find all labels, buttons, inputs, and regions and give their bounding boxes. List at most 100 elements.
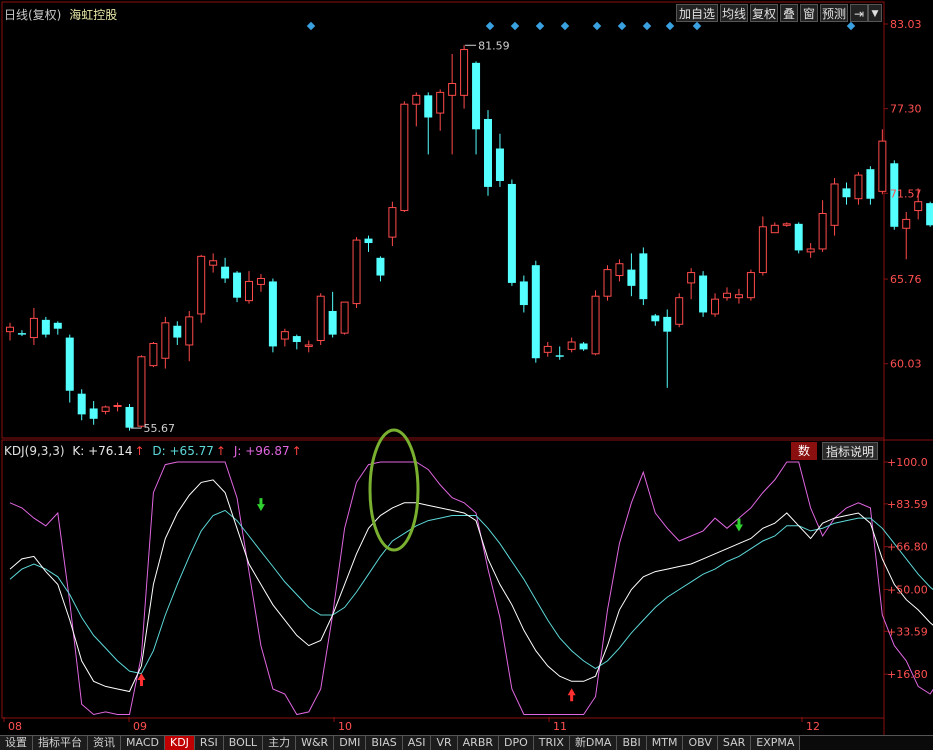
candle — [389, 202, 396, 246]
candle — [580, 342, 588, 351]
forecast-button[interactable]: 预测 — [820, 4, 848, 22]
x-axis-label: 10 — [338, 720, 352, 733]
tab-bias[interactable]: BIAS — [366, 736, 402, 750]
tab-mtm[interactable]: MTM — [647, 736, 684, 750]
sell-arrow-icon — [257, 498, 265, 511]
pin-icon[interactable]: ⇥ — [850, 4, 868, 22]
candle — [556, 346, 564, 359]
j-text: J: +96.87 — [234, 444, 290, 458]
event-diamond-icon — [847, 22, 855, 30]
tab-vr[interactable]: VR — [431, 736, 457, 750]
candle — [341, 302, 348, 334]
candle-body — [795, 224, 803, 251]
tab-asi[interactable]: ASI — [403, 736, 432, 750]
tab-expma[interactable]: EXPMA — [751, 736, 800, 750]
tab-kdj[interactable]: KDJ — [165, 736, 195, 750]
kdj-params: KDJ(9,3,3) — [4, 444, 65, 458]
tab--[interactable]: 指标平台 — [33, 736, 88, 750]
candle-body — [807, 249, 814, 252]
kdj-axis-label: +66.80 — [887, 541, 928, 554]
tab-trix[interactable]: TRIX — [534, 736, 570, 750]
candle-body — [843, 188, 851, 197]
tab-macd[interactable]: MACD — [121, 736, 165, 750]
window-button[interactable]: 窗 — [800, 4, 818, 22]
candle-body — [317, 296, 324, 340]
tab-obv[interactable]: OBV — [683, 736, 717, 750]
dropdown-arrow-icon[interactable]: ▼ — [868, 4, 882, 22]
candle — [78, 389, 86, 420]
restore-right-button[interactable]: 复权 — [750, 4, 778, 22]
candle-body — [90, 408, 98, 418]
tab--dma[interactable]: 新DMA — [570, 736, 618, 750]
candle — [90, 401, 98, 425]
candle-body — [831, 184, 838, 225]
tab-rsi[interactable]: RSI — [195, 736, 224, 750]
candle-body — [7, 327, 14, 331]
candle-body — [903, 219, 910, 228]
candle-body — [150, 343, 157, 365]
price-axis-label: 65.76 — [890, 273, 922, 286]
candle-body — [233, 273, 241, 298]
tab-boll[interactable]: BOLL — [224, 736, 263, 750]
candle-body — [461, 50, 468, 96]
candle — [173, 321, 181, 345]
candle — [651, 314, 659, 326]
candle — [831, 178, 838, 236]
chart-window[interactable]: 81.5955.67 83.0377.3071.5765.7660.03+100… — [0, 0, 933, 749]
add-watchlist-button[interactable]: 加自选 — [676, 4, 718, 22]
candle — [544, 342, 551, 357]
candle — [627, 253, 635, 296]
event-diamond-icon — [561, 22, 569, 30]
tab--[interactable]: 设置 — [0, 736, 33, 750]
candle — [198, 255, 205, 323]
high-label: 81.59 — [478, 39, 510, 52]
overlay-button[interactable]: 叠 — [780, 4, 798, 22]
candle — [42, 317, 50, 338]
candle — [604, 265, 611, 300]
candle-body — [819, 213, 826, 248]
event-diamond-icon — [643, 22, 651, 30]
price-axis-label: 60.03 — [890, 358, 922, 371]
candle-body — [724, 293, 731, 297]
candle — [30, 308, 37, 345]
indicator-help-button[interactable]: 指标说明 — [822, 442, 878, 460]
tab-dmi[interactable]: DMI — [334, 736, 366, 750]
tab-dpo[interactable]: DPO — [499, 736, 534, 750]
candle-body — [651, 315, 659, 321]
event-diamond-icon — [693, 22, 701, 30]
period-label: 日线(复权) — [4, 8, 61, 22]
candle — [699, 271, 707, 317]
candle — [293, 335, 301, 350]
tab-sar[interactable]: SAR — [718, 736, 751, 750]
candle-body — [102, 407, 109, 411]
annotation-circle — [370, 430, 418, 550]
candle — [376, 256, 384, 281]
event-diamond-icon — [511, 22, 519, 30]
candle-body — [173, 326, 181, 338]
tab--[interactable]: 主力 — [263, 736, 296, 750]
chart-canvas[interactable]: 81.5955.67 83.0377.3071.5765.7660.03+100… — [0, 0, 933, 749]
candle-body — [341, 302, 348, 333]
candle-body — [437, 92, 444, 113]
event-diamond-icon — [666, 22, 674, 30]
data-button[interactable]: 数 — [791, 442, 817, 460]
candle — [461, 45, 468, 109]
ma-button[interactable]: 均线 — [720, 4, 748, 22]
candle-body — [389, 208, 396, 238]
candle — [257, 274, 264, 292]
candle-body — [221, 267, 229, 279]
candle-body — [676, 298, 683, 325]
kdj-k-value: K: +76.14↑ — [72, 444, 144, 458]
candle-body — [568, 342, 575, 349]
event-diamond-icon — [593, 22, 601, 30]
candle-body — [580, 343, 588, 349]
tab-arbr[interactable]: ARBR — [458, 736, 499, 750]
candle-body — [162, 323, 169, 358]
candle — [162, 317, 169, 369]
buy-arrow-icon — [568, 688, 576, 701]
j-up-icon: ↑ — [292, 444, 302, 458]
tab-w-r[interactable]: W&R — [296, 736, 334, 750]
candle-body — [783, 224, 790, 225]
tab--[interactable]: 资讯 — [88, 736, 121, 750]
tab-bbi[interactable]: BBI — [617, 736, 646, 750]
